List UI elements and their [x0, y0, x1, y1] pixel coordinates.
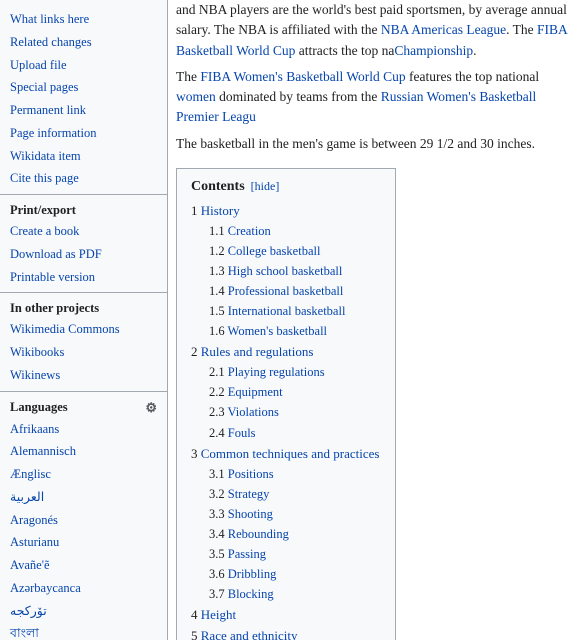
link-fiba-womens[interactable]: FIBA Women's Basketball World Cup: [200, 69, 405, 84]
sidebar-divider-3: [0, 391, 167, 392]
sidebar-link-permanent-link[interactable]: Permanent link: [0, 99, 167, 122]
toc-link-rules[interactable]: Rules and regulations: [201, 344, 314, 359]
toc-link-womens-basketball[interactable]: Women's basketball: [228, 324, 328, 338]
sidebar-link-anglisc[interactable]: Ænglisc: [0, 463, 167, 486]
sidebar-link-upload-file[interactable]: Upload file: [0, 54, 167, 77]
sidebar-link-azerbaijani[interactable]: Azərbaycanca: [0, 577, 167, 600]
link-nba-americas[interactable]: NBA Americas League: [381, 22, 506, 37]
toc-item-college-basketball: 1.2 College basketball: [209, 241, 381, 261]
toc-link-shooting[interactable]: Shooting: [228, 507, 273, 521]
toc-link-blocking[interactable]: Blocking: [228, 587, 274, 601]
toc-link-international-basketball[interactable]: International basketball: [228, 304, 346, 318]
gear-icon[interactable]: ⚙: [145, 400, 157, 416]
toc-item-dribbling: 3.6 Dribbling: [209, 564, 381, 584]
toc-item-international-basketball: 1.5 International basketball: [209, 301, 381, 321]
toc-link-violations[interactable]: Violations: [228, 405, 279, 419]
toc-title-row: Contents [hide]: [191, 179, 381, 195]
article-paragraph-1: and NBA players are the world's best pai…: [176, 0, 576, 61]
sidebar-divider-2: [0, 292, 167, 293]
toc-item-playing-regulations: 2.1 Playing regulations: [209, 362, 381, 382]
sidebar-link-page-information[interactable]: Page information: [0, 122, 167, 145]
sidebar-link-special-pages[interactable]: Special pages: [0, 76, 167, 99]
toc-item-strategy: 3.2 Strategy: [209, 484, 381, 504]
toc-link-creation[interactable]: Creation: [228, 224, 271, 238]
toc-item-creation: 1.1 Creation: [209, 221, 381, 241]
sidebar-link-related-changes[interactable]: Related changes: [0, 31, 167, 54]
toc-title: Contents: [191, 179, 245, 195]
sidebar-heading-languages: Languages ⚙: [0, 396, 167, 418]
sidebar-link-create-book[interactable]: Create a book: [0, 220, 167, 243]
sidebar-divider-1: [0, 194, 167, 195]
sidebar-link-cite-this-page[interactable]: Cite this page: [0, 167, 167, 190]
toc-link-dribbling[interactable]: Dribbling: [228, 567, 277, 581]
sidebar-link-alemannisch[interactable]: Alemannisch: [0, 440, 167, 463]
main-content: and NBA players are the world's best pai…: [168, 0, 584, 640]
toc-link-high-school-basketball[interactable]: High school basketball: [228, 264, 343, 278]
sidebar-link-what-links-here[interactable]: What links here: [0, 8, 167, 31]
sidebar-link-wikidata-item[interactable]: Wikidata item: [0, 145, 167, 168]
toc-link-techniques[interactable]: Common techniques and practices: [201, 446, 380, 461]
toc-link-passing[interactable]: Passing: [228, 547, 266, 561]
toc-item-rules: 2 Rules and regulations 2.1 Playing regu…: [191, 342, 381, 443]
toc-item-professional-basketball: 1.4 Professional basketball: [209, 281, 381, 301]
sidebar-link-asturianu[interactable]: Asturianu: [0, 531, 167, 554]
toc-link-race-ethnicity[interactable]: Race and ethnicity: [201, 628, 298, 640]
toc-item-shooting: 3.3 Shooting: [209, 504, 381, 524]
toc-link-college-basketball[interactable]: College basketball: [228, 244, 321, 258]
toc-item-history: 1 History 1.1 Creation 1.2 College baske…: [191, 201, 381, 343]
toc-item-equipment: 2.2 Equipment: [209, 382, 381, 402]
toc-item-fouls: 2.4 Fouls: [209, 423, 381, 443]
sidebar-link-wikimedia-commons[interactable]: Wikimedia Commons: [0, 318, 167, 341]
sidebar-link-bengali[interactable]: বাংলা: [0, 622, 167, 640]
sidebar-link-download-pdf[interactable]: Download as PDF: [0, 243, 167, 266]
toc-item-positions: 3.1 Positions: [209, 464, 381, 484]
article-paragraph-3: The basketball in the men's game is betw…: [176, 134, 576, 154]
toc-item-high-school-basketball: 1.3 High school basketball: [209, 261, 381, 281]
sidebar-link-wikibooks[interactable]: Wikibooks: [0, 341, 167, 364]
toc-link-positions[interactable]: Positions: [228, 467, 274, 481]
sidebar-link-torkce[interactable]: تۆرکجه: [0, 600, 167, 623]
sidebar-link-afrikaans[interactable]: Afrikaans: [0, 418, 167, 441]
sidebar-link-wikinews[interactable]: Wikinews: [0, 364, 167, 387]
toc-link-history[interactable]: History: [201, 203, 240, 218]
link-championship[interactable]: Championship: [394, 43, 473, 58]
toc-toggle[interactable]: [hide]: [251, 179, 280, 194]
toc-item-techniques: 3 Common techniques and practices 3.1 Po…: [191, 444, 381, 606]
sidebar-link-printable-version[interactable]: Printable version: [0, 266, 167, 289]
link-women[interactable]: women: [176, 89, 216, 104]
toc-sublist-techniques: 3.1 Positions 3.2 Strategy 3.3 Shooting …: [191, 464, 381, 605]
toc-list: 1 History 1.1 Creation 1.2 College baske…: [191, 201, 381, 640]
toc-item-height: 4 Height: [191, 605, 381, 626]
toc-box: Contents [hide] 1 History 1.1 Creation 1…: [176, 168, 396, 640]
link-russian-league[interactable]: Russian Women's Basketball Premier Leagu: [176, 89, 536, 124]
toc-link-rebounding[interactable]: Rebounding: [228, 527, 289, 541]
toc-link-fouls[interactable]: Fouls: [228, 426, 256, 440]
toc-item-passing: 3.5 Passing: [209, 544, 381, 564]
toc-sublist-rules: 2.1 Playing regulations 2.2 Equipment 2.…: [191, 362, 381, 443]
toc-item-race-ethnicity: 5 Race and ethnicity: [191, 626, 381, 640]
article-paragraph-2: The FIBA Women's Basketball World Cup fe…: [176, 67, 576, 128]
toc-link-playing-regulations[interactable]: Playing regulations: [228, 365, 325, 379]
sidebar-heading-print-export: Print/export: [0, 199, 167, 220]
sidebar-link-aragones[interactable]: Aragonés: [0, 509, 167, 532]
toc-item-blocking: 3.7 Blocking: [209, 584, 381, 604]
toc-link-strategy[interactable]: Strategy: [228, 487, 270, 501]
toc-link-height[interactable]: Height: [201, 607, 236, 622]
toc-item-womens-basketball: 1.6 Women's basketball: [209, 321, 381, 341]
link-fiba-world-cup[interactable]: FIBA Basketball World Cup: [176, 22, 567, 57]
sidebar-link-avanee[interactable]: Avañe'ẽ: [0, 554, 167, 577]
sidebar: What links here Related changes Upload f…: [0, 0, 168, 640]
toc-sublist-history: 1.1 Creation 1.2 College basketball 1.3 …: [191, 221, 381, 342]
sidebar-heading-other-projects: In other projects: [0, 297, 167, 318]
toc-link-equipment[interactable]: Equipment: [228, 385, 283, 399]
toc-item-rebounding: 3.4 Rebounding: [209, 524, 381, 544]
toc-item-violations: 2.3 Violations: [209, 402, 381, 422]
toc-link-professional-basketball[interactable]: Professional basketball: [228, 284, 344, 298]
sidebar-link-arabic[interactable]: العربية: [0, 486, 167, 509]
